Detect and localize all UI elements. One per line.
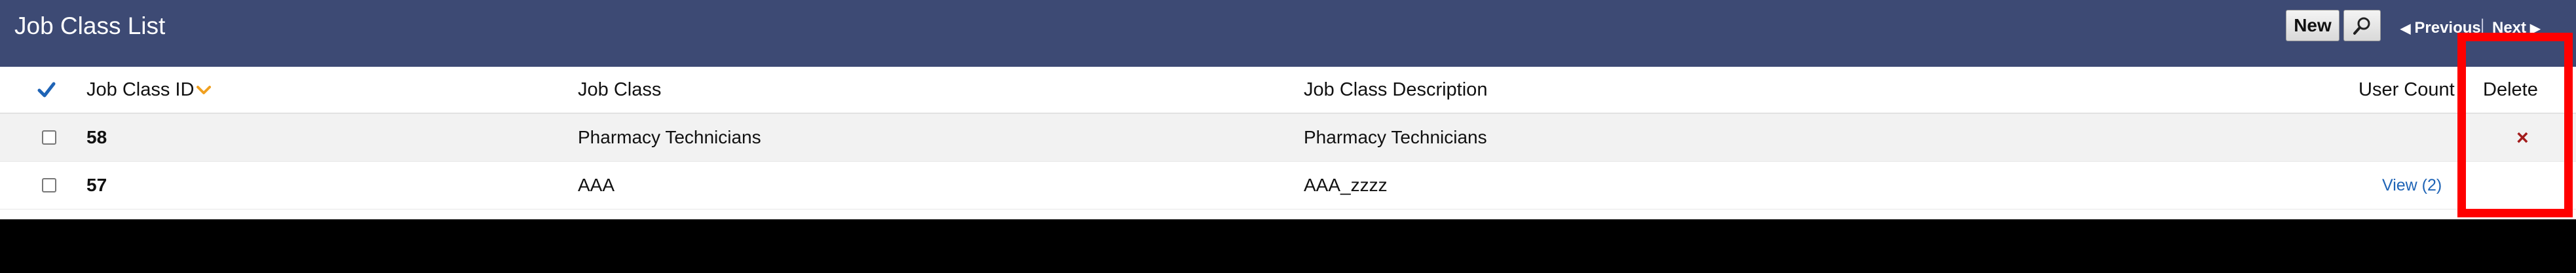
previous-link[interactable]: ◀ Previous <box>2396 16 2481 40</box>
next-link[interactable]: Next ▶ <box>2492 16 2544 40</box>
triangle-right-icon: ▶ <box>2530 21 2541 36</box>
cell-job-class: Pharmacy Technicians <box>578 127 761 147</box>
checkbox-box[interactable] <box>42 178 56 192</box>
select-all-checkbox[interactable] <box>37 67 56 113</box>
user-count-view-link[interactable]: View (2) <box>2382 162 2442 209</box>
row-select-checkbox[interactable] <box>42 162 56 209</box>
column-header-job-class-id[interactable]: Job Class ID <box>86 67 212 113</box>
cell-job-class: AAA <box>578 175 615 195</box>
row-select-checkbox[interactable] <box>42 114 56 161</box>
delete-icon[interactable]: × <box>2516 114 2529 161</box>
cell-job-class-id: 57 <box>86 175 107 195</box>
column-header-delete: Delete <box>2483 79 2538 100</box>
pager-separator: | <box>2480 16 2485 34</box>
checkbox-box[interactable] <box>42 130 56 145</box>
magnifier-icon <box>2353 17 2370 35</box>
sort-descending-icon <box>197 79 212 101</box>
page-title: Job Class List <box>14 12 166 39</box>
checkmark-icon <box>37 82 56 98</box>
triangle-left-icon: ◀ <box>2400 21 2411 36</box>
column-header-user-count[interactable]: User Count <box>2358 67 2455 113</box>
table-header: Job Class ID Job Class Job Class Descrip… <box>0 67 2576 114</box>
cell-job-class-description: AAA_zzzz <box>1304 175 1388 195</box>
job-class-panel: Job Class List New ◀ Previous | Next ▶ J… <box>0 0 2576 219</box>
column-header-job-class[interactable]: Job Class <box>578 67 661 113</box>
table-row: 58 Pharmacy Technicians Pharmacy Technic… <box>0 114 2576 162</box>
column-header-job-class-description[interactable]: Job Class Description <box>1304 67 1487 113</box>
new-button[interactable]: New <box>2286 10 2339 41</box>
list-header: Job Class List New ◀ Previous | Next ▶ <box>0 0 2576 67</box>
search-button[interactable] <box>2343 10 2381 41</box>
cell-job-class-description: Pharmacy Technicians <box>1304 127 1487 147</box>
column-label-job-class-id: Job Class ID <box>86 79 195 100</box>
next-label: Next <box>2492 19 2527 37</box>
cell-job-class-id: 58 <box>86 127 107 147</box>
previous-label: Previous <box>2414 19 2481 37</box>
table-row: 57 AAA AAA_zzzz View (2) <box>0 162 2576 209</box>
